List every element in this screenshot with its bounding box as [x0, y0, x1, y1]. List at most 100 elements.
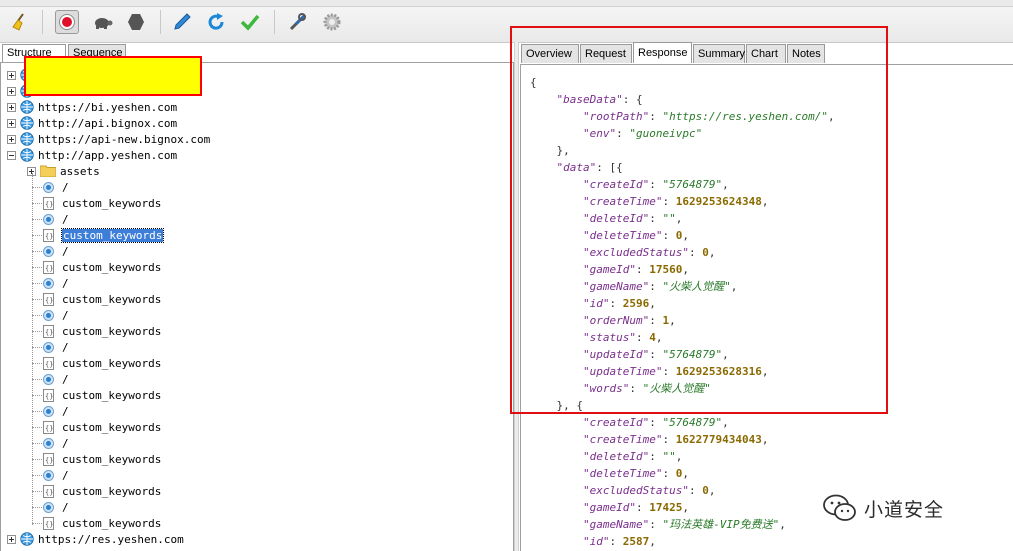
request-dot-icon: [43, 277, 54, 289]
settings-gear-icon[interactable]: [320, 10, 344, 34]
json-file-icon: {}: [43, 420, 54, 434]
tree-guide-line: [32, 427, 42, 428]
folder-icon: [40, 165, 56, 177]
expand-toggle[interactable]: [7, 118, 16, 128]
json-line: "createTime": 1622779434043,: [530, 431, 768, 448]
expand-toggle[interactable]: [7, 150, 16, 160]
expand-toggle[interactable]: [7, 534, 16, 544]
tree-item[interactable]: /: [43, 499, 69, 515]
toolbar-separator: [160, 10, 161, 34]
record-button[interactable]: [55, 10, 79, 34]
tree-item[interactable]: /: [43, 179, 69, 195]
host-globe-icon: [20, 532, 34, 546]
json-token: :: [609, 535, 623, 548]
tree-item[interactable]: {} custom_keywords: [43, 291, 161, 307]
expand-toggle[interactable]: [7, 86, 16, 96]
tree-guide-line: [32, 173, 33, 525]
tree-item[interactable]: /: [43, 339, 69, 355]
expand-toggle[interactable]: [7, 134, 16, 144]
tree-item-selected[interactable]: {} custom_keywords: [43, 227, 165, 243]
json-line: "gameId": 17425,: [530, 499, 689, 516]
tree-node-label: custom_keywords: [60, 227, 165, 243]
tree-item[interactable]: {} custom_keywords: [43, 323, 161, 339]
record-icon: [59, 14, 75, 30]
tree-host[interactable]: https://bi.yeshen.com: [7, 99, 177, 115]
json-token: ,: [682, 501, 689, 514]
json-token: "玛法英雄-VIP免费送": [662, 518, 780, 531]
tree-guide-line: [32, 347, 42, 348]
tree-item[interactable]: {} custom_keywords: [43, 387, 161, 403]
tree-item[interactable]: /: [43, 371, 69, 387]
json-token: :: [688, 484, 703, 497]
json-token: "5764879": [662, 416, 723, 429]
svg-text:{}: {}: [45, 360, 53, 368]
turtle-icon[interactable]: [90, 10, 114, 34]
menu-strip: [0, 0, 1013, 7]
host-globe-icon: [20, 132, 34, 146]
request-dot-icon: [43, 373, 54, 385]
tree-item[interactable]: {} custom_keywords: [43, 419, 161, 435]
tree-node-label: custom_keywords: [62, 324, 162, 338]
tree-node-label: custom_keywords: [62, 292, 162, 306]
svg-text:{}: {}: [45, 424, 53, 432]
json-token: ,: [761, 433, 769, 446]
request-dot-icon: [43, 341, 54, 353]
host-globe-icon: [20, 116, 34, 130]
wechat-logo-icon: [823, 494, 856, 521]
svg-text:{}: {}: [45, 328, 53, 336]
tree-guide-line: [32, 331, 42, 332]
json-token: "gameName": [582, 518, 650, 531]
tree-host[interactable]: http://app.yeshen.com: [7, 147, 177, 163]
json-file-icon: {}: [43, 292, 54, 306]
tree-host[interactable]: https://api-new.bignox.com: [7, 131, 210, 147]
tree-item[interactable]: {} custom_keywords: [43, 259, 161, 275]
tree-item[interactable]: /: [43, 211, 69, 227]
tree-item[interactable]: /: [43, 467, 69, 483]
expand-toggle[interactable]: [7, 102, 16, 112]
tree-item[interactable]: /: [43, 275, 69, 291]
tree-item[interactable]: /: [43, 435, 69, 451]
check-icon[interactable]: [238, 10, 262, 34]
tree-guide-line: [32, 299, 42, 300]
tree-node-label: /: [62, 500, 69, 514]
tree-item[interactable]: /: [43, 243, 69, 259]
tree-guide-line: [32, 379, 42, 380]
expand-toggle[interactable]: [7, 70, 16, 80]
tree-item[interactable]: {} custom_keywords: [43, 483, 161, 499]
tree-host[interactable]: https://res.yeshen.com: [7, 531, 184, 547]
tools-icon[interactable]: [286, 10, 310, 34]
tree-node-label: /: [62, 468, 69, 482]
json-token: 0: [702, 484, 709, 497]
broom-icon[interactable]: [8, 10, 32, 34]
tree-item[interactable]: {} custom_keywords: [43, 451, 161, 467]
svg-text:{}: {}: [45, 200, 53, 208]
json-token: "excludedStatus": [582, 484, 689, 497]
tree-item[interactable]: {} custom_keywords: [43, 195, 161, 211]
tree-node-label: custom_keywords: [62, 356, 162, 370]
stop-hexagon-icon[interactable]: [124, 10, 148, 34]
tree-node-label: custom_keywords: [62, 196, 162, 210]
tree-item[interactable]: {} custom_keywords: [43, 515, 161, 531]
json-token: :: [649, 518, 663, 531]
tree-item[interactable]: /: [43, 307, 69, 323]
json-file-icon: {}: [43, 452, 54, 466]
tree-item[interactable]: {} custom_keywords: [43, 355, 161, 371]
tree-node-label: assets: [60, 164, 100, 178]
request-dot-icon: [43, 245, 54, 257]
pen-icon[interactable]: [170, 10, 194, 34]
json-line: "excludedStatus": 0,: [530, 482, 715, 499]
toolbar-separator: [42, 10, 43, 34]
tree-host[interactable]: http://api.bignox.com: [7, 115, 177, 131]
request-dot-icon: [43, 405, 54, 417]
tree-folder-assets[interactable]: assets: [27, 163, 100, 179]
toolbar-separator: [274, 10, 275, 34]
refresh-icon[interactable]: [204, 10, 228, 34]
json-token: "deleteTime": [582, 467, 663, 480]
tree-guide-line: [32, 219, 42, 220]
json-file-icon: {}: [43, 260, 54, 274]
tree-guide-line: [32, 283, 42, 284]
tree-item[interactable]: /: [43, 403, 69, 419]
tree-guide-line: [32, 203, 42, 204]
